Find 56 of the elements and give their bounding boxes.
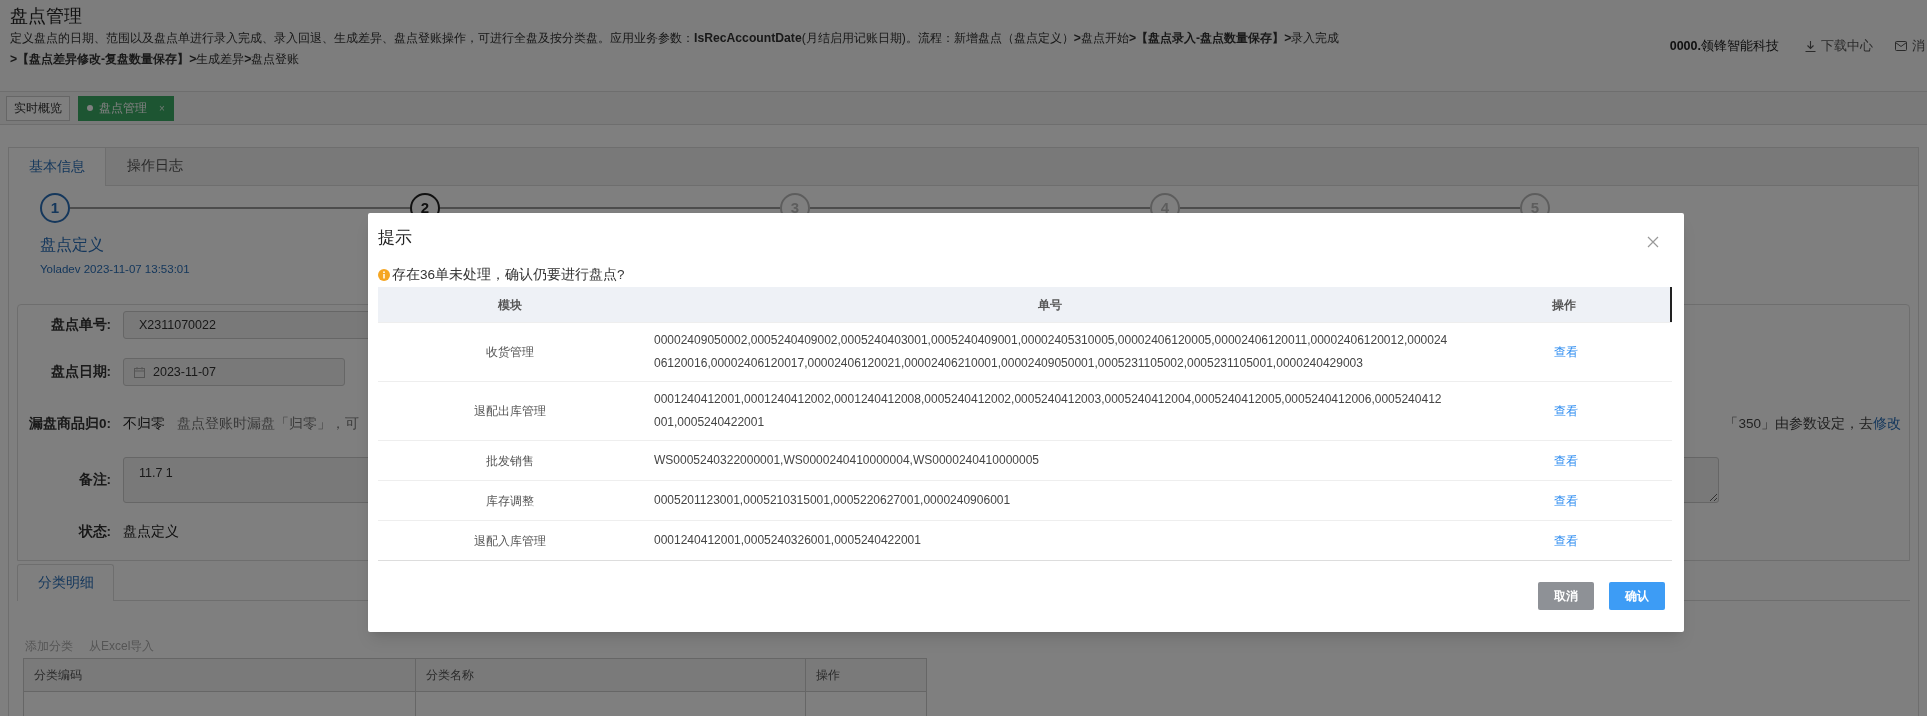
field-label: 备注: [77,470,112,489]
download-center-link[interactable]: 下载中心 [1805,36,1873,56]
field-hint: 盘点登账时漏盘「归零」，可 [177,414,359,433]
field-label: 状态: [77,522,112,541]
cancel-button[interactable]: 取消 [1538,582,1594,610]
view-link[interactable]: 查看 [1554,343,1578,361]
date-field[interactable]: 2023-11-07 [123,358,345,386]
table-cell-text: 收货管理 [485,344,535,361]
download-icon [1805,40,1816,52]
column-header: 模块 [497,296,523,314]
main-tab[interactable]: 基本信息 [9,148,106,186]
field-label: 盘点日期: [49,362,112,381]
field-value: 不归零 [123,414,165,433]
table-cell-text: 退配入库管理 [473,532,547,550]
close-button[interactable] [1645,234,1661,250]
field-label: 漏盘商品归0: [28,414,112,433]
field-value: 盘点定义 [123,522,179,541]
dot-icon [87,105,93,111]
dialog-title: 提示 [378,227,412,250]
view-link[interactable]: 查看 [1554,531,1578,550]
info-icon [378,269,390,281]
table-cell-text: 退配出库管理 [473,403,547,420]
table-cell-text: 库存调整 [485,492,535,510]
close-icon[interactable]: × [159,100,165,116]
confirm-button[interactable]: 确认 [1609,582,1665,610]
page-tab[interactable]: 盘点管理 × [78,95,174,121]
page-description: 定义盘点的日期、范围以及盘点单进行录入完成、录入回退、生成差异、盘点登账操作，可进行全盘及按分类盘。应用业务参数：IsRecAccountDate(月结启用记账日期)。流程：新增盘点（盘点定义）>盘点开始>【盘点录入-盘点数量保存】>录入完成>【盘点差异修改-复盘数量保存】>生成差异>盘点登账 [10,30,1340,68]
field-hint: 「350」由参数设定，去 [1724,414,1873,433]
page-tab[interactable]: 实时概览 [6,95,70,121]
column-header: 操作 [805,659,926,691]
table-cell-text: WS0005240322000001,WS0000240410000004,WS0000240410000005 [654,452,1040,469]
table-cell-text: 0001240412001,0005240326001,0005240422001 [654,532,922,549]
company-name: 0000.领锋智能科技 [1669,37,1779,55]
close-icon [1647,236,1659,248]
view-link[interactable]: 查看 [1554,451,1578,470]
view-link[interactable]: 查看 [1554,491,1578,510]
column-header: 分类名称 [415,659,805,691]
step-subtitle: Yoladev 2023-11-07 13:53:01 [40,262,190,277]
column-header: 操作 [1551,296,1577,314]
view-link[interactable]: 查看 [1554,402,1578,420]
table-cell-text: 0005201123001,0005210315001,0005220627001,0000240906001 [654,492,1012,509]
page-title: 盘点管理 [10,5,83,28]
messages-link[interactable]: 消 [1895,36,1925,56]
dialog-message: 存在36单未处理，确认仍要进行盘点? [392,265,625,284]
main-tab[interactable]: 操作日志 [106,148,203,185]
column-header: 单号 [1037,296,1063,314]
mail-icon [1895,41,1907,51]
table-cell-text: 0001240412001,0001240412002,0001240412008,0005240412002,0005240412003,0005240412004,0005240412005,0005240412006,0005240412001,0005240422001 [654,391,1443,431]
calendar-icon [134,366,145,378]
column-header: 分类编码 [33,667,83,684]
edit-link[interactable]: 修改 [1873,413,1901,435]
detail-tab[interactable]: 分类明细 [17,564,114,601]
step-title: 盘点定义 [40,235,104,255]
table-cell-text: 批发销售 [485,452,535,470]
field-label: 盘点单号: [49,315,112,334]
table-cell-text: 00002409050002,0005240409002,0005240403001,0005240409001,00002405310005,00002406120005,00002406120011,00002406120012,00002406120016,00002406120017,00002406120021,00002406210001,00002409050001,0005231105002,0005231105001,0000240429003 [654,332,1448,372]
